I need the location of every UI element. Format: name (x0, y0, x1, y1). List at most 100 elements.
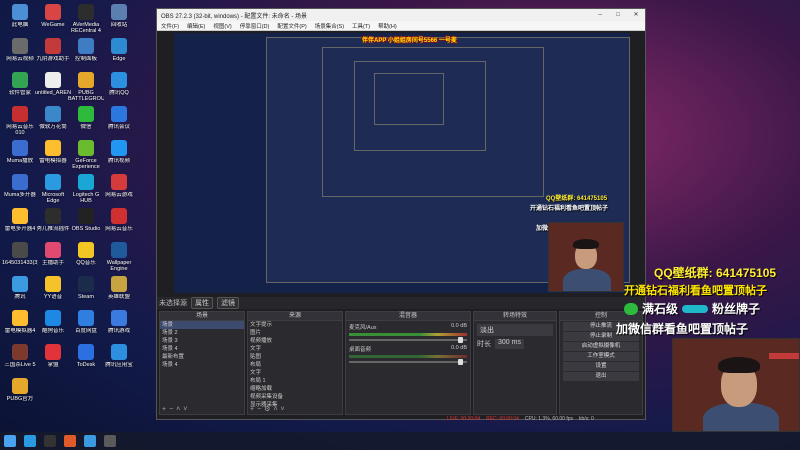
desktop-icon[interactable]: 控制面板 (68, 38, 104, 68)
scene-item[interactable]: 场景 (160, 321, 244, 329)
desktop-icon[interactable]: PUBG BATTLEGROUNDS (68, 72, 104, 102)
desktop-icon[interactable]: untitled_ARENA14 (35, 72, 71, 102)
source-item[interactable]: 图片 (248, 329, 342, 337)
properties-button[interactable]: 属性 (191, 297, 213, 309)
source-item[interactable]: 视频播放 (248, 337, 342, 345)
app-icon (111, 4, 127, 20)
source-item[interactable]: 贴图 (248, 353, 342, 361)
scenes-dock-footer[interactable]: +−˄˅ (162, 406, 190, 413)
source-item[interactable]: 文字 (248, 345, 342, 353)
desktop-icon[interactable]: Muma多开器 (2, 174, 38, 204)
desktop-icon[interactable]: 回收站 (101, 4, 137, 34)
desktop-icon[interactable]: AVerMedia RECentral 4 (68, 4, 104, 34)
menu-item[interactable]: 配置文件(P) (277, 22, 306, 30)
filters-button[interactable]: 滤镜 (217, 297, 239, 309)
close-icon[interactable]: ✕ (627, 9, 645, 21)
qq-group-label: QQ壁纸群: 641475105 (654, 266, 777, 280)
desktop-icon[interactable]: GeForce Experience (68, 140, 104, 170)
sources-dock-footer[interactable]: +−⚙˄˅ (250, 405, 288, 413)
source-item[interactable]: 布局 (248, 361, 342, 369)
scene-item[interactable]: 场景 2 (160, 329, 244, 337)
desktop-icon[interactable]: 九阴游戏助手 (35, 38, 71, 68)
app-task-icon[interactable] (84, 435, 96, 447)
desktop-icon[interactable]: 软件管家 (2, 72, 38, 102)
desktop-icon[interactable]: 腾讯视频 (101, 140, 137, 170)
obs-task-icon[interactable] (44, 435, 56, 447)
source-item[interactable]: 视频采集设备 (248, 393, 342, 401)
browser-task-icon[interactable] (64, 435, 76, 447)
menu-item[interactable]: 编辑(E) (187, 22, 205, 30)
desktop-icon[interactable]: 网易云视频 (2, 38, 38, 68)
desktop-icon[interactable]: 英雄联盟 (101, 276, 137, 306)
desktop-icon-label: 回收站 (110, 22, 128, 28)
app-icon (12, 378, 28, 394)
app-icon (78, 72, 94, 88)
menu-item[interactable]: 场景集合(S) (315, 22, 344, 30)
desktop-icon[interactable]: 网易云音乐 010 (2, 106, 38, 136)
app-icon (12, 174, 28, 190)
desktop-icon[interactable]: 腾讯应用宝 (101, 344, 137, 374)
menu-item[interactable]: 视图(V) (213, 22, 231, 30)
menu-item[interactable]: 帮助(H) (378, 22, 397, 30)
source-item[interactable]: 文字提示 (248, 321, 342, 329)
mixer-track-db: 0.0 dB (451, 345, 467, 351)
desktop-icon[interactable]: 腾讯 (2, 276, 38, 306)
app-icon (12, 276, 28, 292)
scene-item[interactable]: 场景 4 (160, 361, 244, 369)
transition-select[interactable]: 淡出 (477, 324, 553, 336)
app2-task-icon[interactable] (104, 435, 116, 447)
desktop-icon[interactable]: ToDesk (68, 344, 104, 374)
maximize-icon[interactable]: □ (609, 9, 627, 21)
desktop-icon[interactable]: 网易云音乐 (101, 208, 137, 238)
desktop-icon[interactable]: OBS Studio (68, 208, 104, 238)
edge-task-icon[interactable] (24, 435, 36, 447)
desktop-icon[interactable]: 腾讯QQ (101, 72, 137, 102)
desktop-icon[interactable]: 1645031433(3) (2, 242, 38, 272)
desktop-icon[interactable]: Muma播放 (2, 140, 38, 170)
menu-item[interactable]: 工具(T) (352, 22, 370, 30)
duration-input[interactable]: 300 ms (495, 339, 524, 349)
desktop-icon[interactable]: Edge (101, 38, 137, 68)
desktop-icon[interactable]: 秀儿推流插件 (35, 208, 71, 238)
sources-dock: 来源 文字提示 图片 视频播放 文字 贴图 布局 文字 布局 1 缩略加载 视频采集设备 显示器采集… (247, 311, 343, 415)
app-icon (78, 174, 94, 190)
desktop-icon[interactable]: QQ音乐 (68, 242, 104, 272)
desktop-icon[interactable]: YY语音 (35, 276, 71, 306)
desktop-icon[interactable]: 主播助手 (35, 242, 71, 272)
desktop-icon[interactable]: 腾讯会议 (101, 106, 137, 136)
desktop-icon[interactable]: 雷电多开器4 (2, 208, 38, 238)
desktop-icon[interactable]: 掌盟 (35, 344, 71, 374)
desktop-icon[interactable]: Microsoft Edge (35, 174, 71, 204)
desktop-icon[interactable]: 此电脑 (2, 4, 38, 34)
start-icon[interactable] (4, 435, 16, 447)
desktop-icon[interactable]: Steam (68, 276, 104, 306)
app-icon (45, 140, 61, 156)
desktop-icon[interactable]: Logitech G HUB (68, 174, 104, 204)
scene-item[interactable]: 场景 3 (160, 337, 244, 345)
scene-item[interactable]: 最新布置 (160, 353, 244, 361)
desktop-icon[interactable]: 微信 (68, 106, 104, 136)
app-icon (111, 310, 127, 326)
desktop-icon[interactable]: 腾讯游戏 (101, 310, 137, 340)
desktop-icon[interactable]: 网易云游戏 (101, 174, 137, 204)
mixer-track-name: 桌面音频 (349, 347, 372, 353)
desktop-icon[interactable]: PUBG官方 (2, 378, 38, 408)
desktop-icon[interactable]: Wallpaper Engine (101, 242, 137, 272)
source-item[interactable]: 布局 1 (248, 377, 342, 385)
menu-item[interactable]: 文件(F) (161, 22, 179, 30)
desktop-icon[interactable]: 微软万花筒 (35, 106, 71, 136)
desktop-icon[interactable]: 三国杀Live 5 (2, 344, 38, 374)
desktop-icon[interactable]: 雷电模拟器 (35, 140, 71, 170)
desktop-icon[interactable]: 酷狗音乐 (35, 310, 71, 340)
menu-item[interactable]: 停靠窗口(D) (240, 22, 270, 30)
desktop-icon[interactable]: WeGame (35, 4, 71, 34)
volume-slider[interactable] (349, 337, 467, 343)
scene-item[interactable]: 场景 4 (160, 345, 244, 353)
desktop-icon[interactable]: 百度网盘 (68, 310, 104, 340)
minimize-icon[interactable]: – (591, 9, 609, 21)
desktop-icon-label: 控制面板 (74, 56, 97, 62)
source-item[interactable]: 缩略加载 (248, 385, 342, 393)
source-item[interactable]: 文字 (248, 369, 342, 377)
volume-slider[interactable] (349, 359, 467, 365)
desktop-icon[interactable]: 雷电模拟器4 (2, 310, 38, 340)
